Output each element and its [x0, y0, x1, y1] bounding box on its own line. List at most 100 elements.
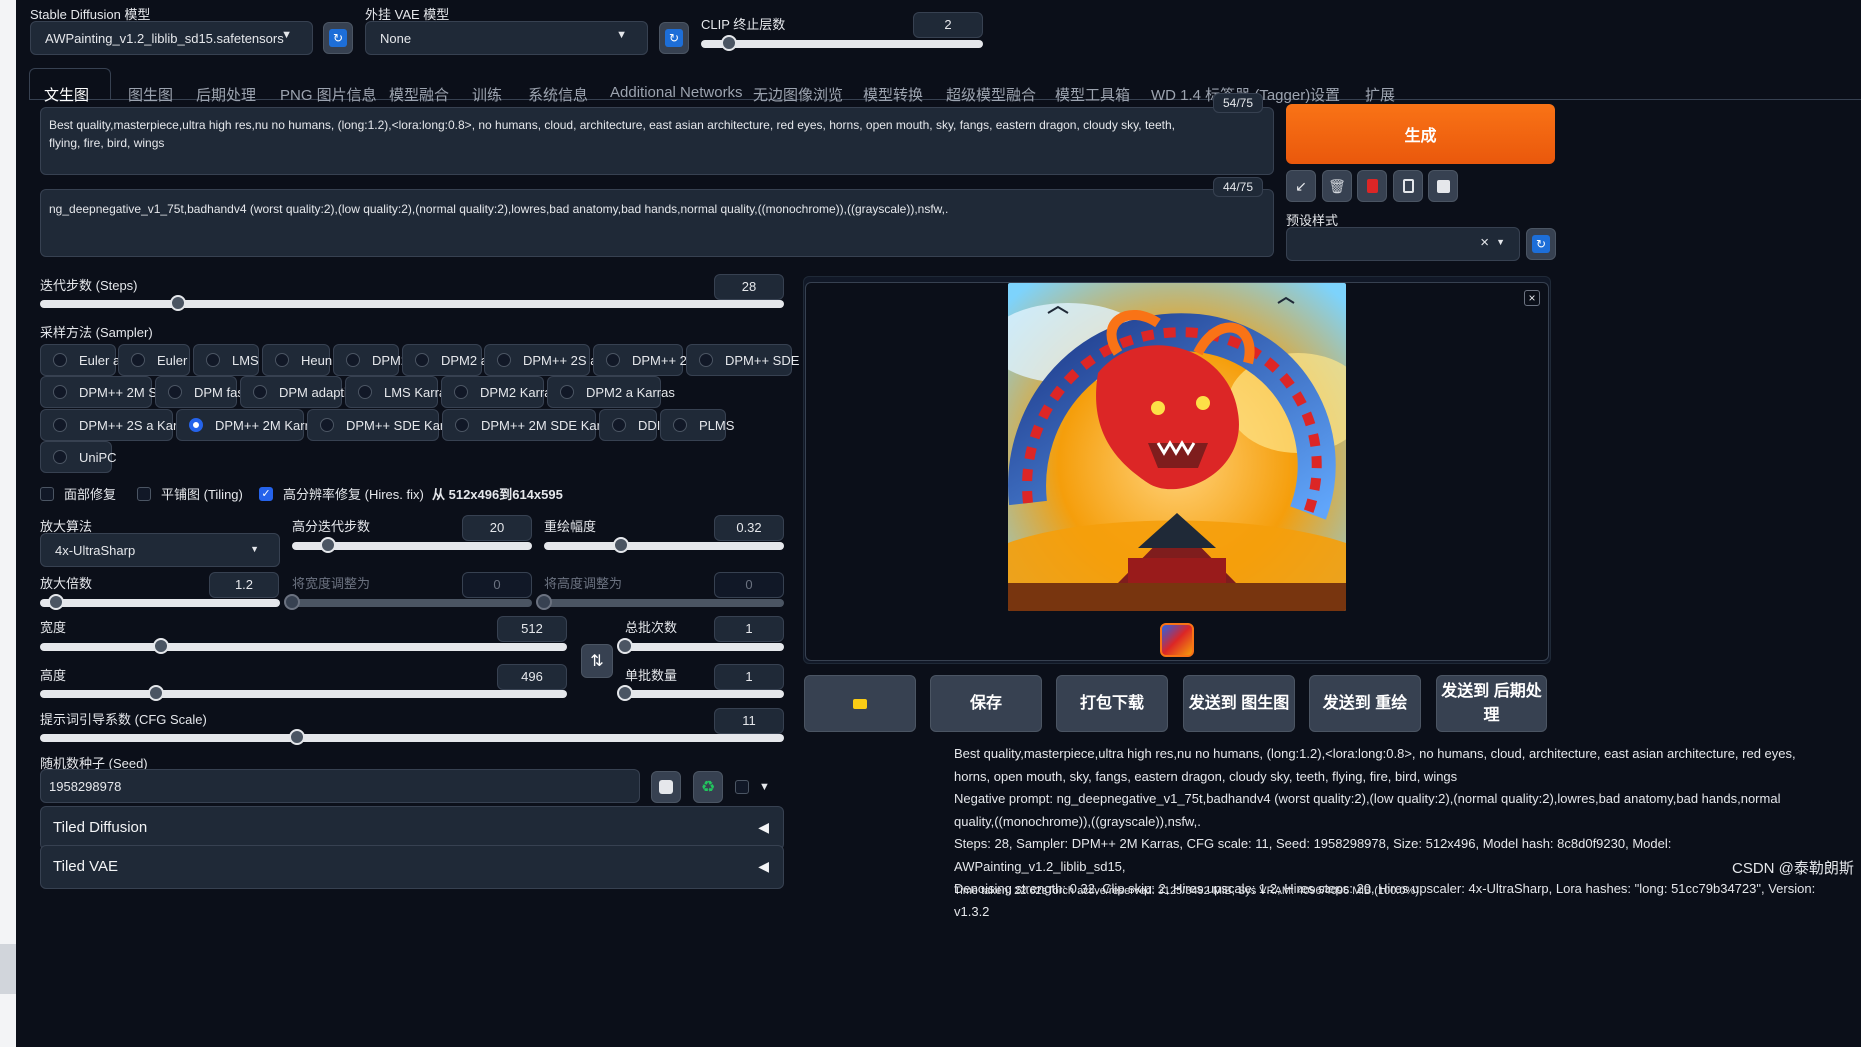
gallery-thumbnail[interactable]: [1160, 623, 1194, 657]
sampler-option[interactable]: DDIM: [599, 409, 671, 441]
tab-2[interactable]: 后期处理: [196, 84, 256, 105]
sampler-option[interactable]: DPM2 a: [402, 344, 488, 376]
refresh-styles-button[interactable]: ↻: [1526, 228, 1556, 260]
apply-styles-button[interactable]: [1393, 170, 1423, 202]
sampler-option[interactable]: PLMS: [660, 409, 734, 441]
styles-select[interactable]: × ▼: [1286, 227, 1520, 261]
sampler-option[interactable]: DPM++ SDE: [686, 344, 799, 376]
tab-6[interactable]: 系统信息: [528, 84, 588, 105]
tiled-vae-accordion[interactable]: Tiled VAE ◀: [40, 845, 784, 889]
sampler-option[interactable]: UniPC: [40, 441, 117, 473]
radio-dot[interactable]: [189, 418, 203, 432]
sampler-option[interactable]: LMS: [193, 344, 259, 376]
radio-dot[interactable]: [320, 418, 334, 432]
upscale-by-slider[interactable]: [40, 594, 280, 610]
negative-prompt-textarea[interactable]: ng_deepnegative_v1_75t,badhandv4 (worst …: [40, 189, 1274, 257]
radio-dot[interactable]: [53, 353, 67, 367]
height-input[interactable]: 496: [497, 664, 567, 690]
sampler-option[interactable]: Heun: [262, 344, 332, 376]
hires-steps-input[interactable]: 20: [462, 515, 532, 541]
tab-5[interactable]: 训练: [472, 84, 502, 105]
tab-11[interactable]: 模型工具箱: [1055, 84, 1130, 105]
radio-dot[interactable]: [53, 418, 67, 432]
tab-10[interactable]: 超级模型融合: [946, 84, 1036, 105]
sampler-option[interactable]: DPM fast: [155, 376, 247, 408]
radio-dot[interactable]: [131, 353, 145, 367]
seed-input[interactable]: 1958298978: [40, 769, 640, 803]
slider-knob[interactable]: [170, 295, 187, 311]
slider-knob[interactable]: [612, 537, 629, 553]
send-to-extras-button[interactable]: 发送到 后期处 理: [1436, 675, 1547, 732]
hires-fix-checkbox[interactable]: ✓ 高分辨率修复 (Hires. fix): [259, 484, 424, 503]
slider-knob[interactable]: [617, 685, 633, 701]
checkbox-box[interactable]: [735, 780, 749, 794]
clear-prompt-button[interactable]: 🗑: [1322, 170, 1352, 202]
tiled-diffusion-accordion[interactable]: Tiled Diffusion ◀: [40, 806, 784, 850]
clip-skip-input[interactable]: 2: [913, 12, 983, 38]
sampler-option[interactable]: DPM++ 2M: [593, 344, 698, 376]
slider-knob[interactable]: [721, 35, 738, 51]
save-button[interactable]: 保存: [930, 675, 1042, 732]
sampler-option[interactable]: DPM2: [333, 344, 408, 376]
radio-dot[interactable]: [612, 418, 626, 432]
slider-knob[interactable]: [284, 594, 300, 610]
slider-knob[interactable]: [147, 685, 164, 701]
prompt-textarea[interactable]: Best quality,masterpiece,ultra high res,…: [40, 107, 1274, 175]
radio-dot[interactable]: [455, 418, 469, 432]
sampler-option[interactable]: DPM++ 2M Karras: [176, 409, 323, 441]
tab-9[interactable]: 模型转换: [863, 84, 923, 105]
slider-knob[interactable]: [536, 594, 552, 610]
sampler-option[interactable]: DPM2 Karras: [441, 376, 558, 408]
radio-dot[interactable]: [275, 353, 289, 367]
clear-icon[interactable]: ×: [1480, 234, 1489, 251]
batch-count-input[interactable]: 1: [714, 616, 784, 642]
denoise-slider[interactable]: [544, 537, 784, 553]
radio-dot[interactable]: [346, 353, 360, 367]
hires-steps-slider[interactable]: [292, 537, 532, 553]
resize-width-slider[interactable]: [284, 594, 532, 610]
generate-button[interactable]: 生成: [1286, 104, 1555, 164]
send-to-inpaint-button[interactable]: 发送到 重绘: [1309, 675, 1421, 732]
sampler-option[interactable]: DPM++ 2S a: [484, 344, 597, 376]
tab-3[interactable]: PNG 图片信息: [280, 84, 377, 105]
radio-dot[interactable]: [415, 353, 429, 367]
cfg-scale-slider[interactable]: [40, 729, 784, 745]
generated-image[interactable]: [1008, 283, 1346, 611]
batch-size-slider[interactable]: [617, 685, 784, 701]
radio-dot[interactable]: [53, 385, 67, 399]
refresh-vae-button[interactable]: ↻: [659, 22, 689, 54]
checkbox-box[interactable]: [137, 486, 151, 501]
slider-knob[interactable]: [288, 729, 305, 745]
radio-dot[interactable]: [606, 353, 620, 367]
radio-dot[interactable]: [253, 385, 267, 399]
checkmark-icon[interactable]: ✓: [259, 486, 273, 501]
vae-select[interactable]: None ▼: [365, 21, 648, 55]
checkbox-box[interactable]: [40, 486, 54, 501]
tab-7[interactable]: Additional Networks: [610, 84, 743, 101]
sampler-option[interactable]: DPM adaptive: [240, 376, 361, 408]
sampler-option[interactable]: DPM++ 2M SDE: [40, 376, 175, 408]
resize-height-input[interactable]: 0: [714, 572, 784, 598]
sampler-option[interactable]: DPM2 a Karras: [547, 376, 675, 408]
extra-seed-checkbox[interactable]: ▼: [735, 780, 770, 794]
extra-networks-button[interactable]: [1357, 170, 1387, 202]
tab-1[interactable]: 图生图: [128, 84, 173, 105]
tab-13[interactable]: 设置: [1310, 84, 1340, 105]
slider-knob[interactable]: [617, 638, 633, 654]
upscaler-select[interactable]: 4x-UltraSharp ▼: [40, 533, 280, 567]
tiling-checkbox[interactable]: 平铺图 (Tiling): [137, 484, 243, 503]
cfg-scale-input[interactable]: 11: [714, 708, 784, 734]
radio-dot[interactable]: [497, 353, 511, 367]
steps-input[interactable]: 28: [714, 274, 784, 300]
expand-triangle-icon[interactable]: ▼: [759, 781, 770, 793]
radio-dot[interactable]: [454, 385, 468, 399]
height-slider[interactable]: [40, 685, 567, 701]
radio-dot[interactable]: [206, 353, 220, 367]
send-to-img2img-button[interactable]: 发送到 图生图: [1183, 675, 1295, 732]
refresh-model-button[interactable]: ↻: [323, 22, 353, 54]
sampler-option[interactable]: DPM++ 2M SDE Karras: [442, 409, 619, 441]
resize-height-slider[interactable]: [536, 594, 784, 610]
steps-slider[interactable]: [40, 295, 784, 311]
zip-download-button[interactable]: 打包下载: [1056, 675, 1168, 732]
close-icon[interactable]: ×: [1524, 290, 1540, 306]
